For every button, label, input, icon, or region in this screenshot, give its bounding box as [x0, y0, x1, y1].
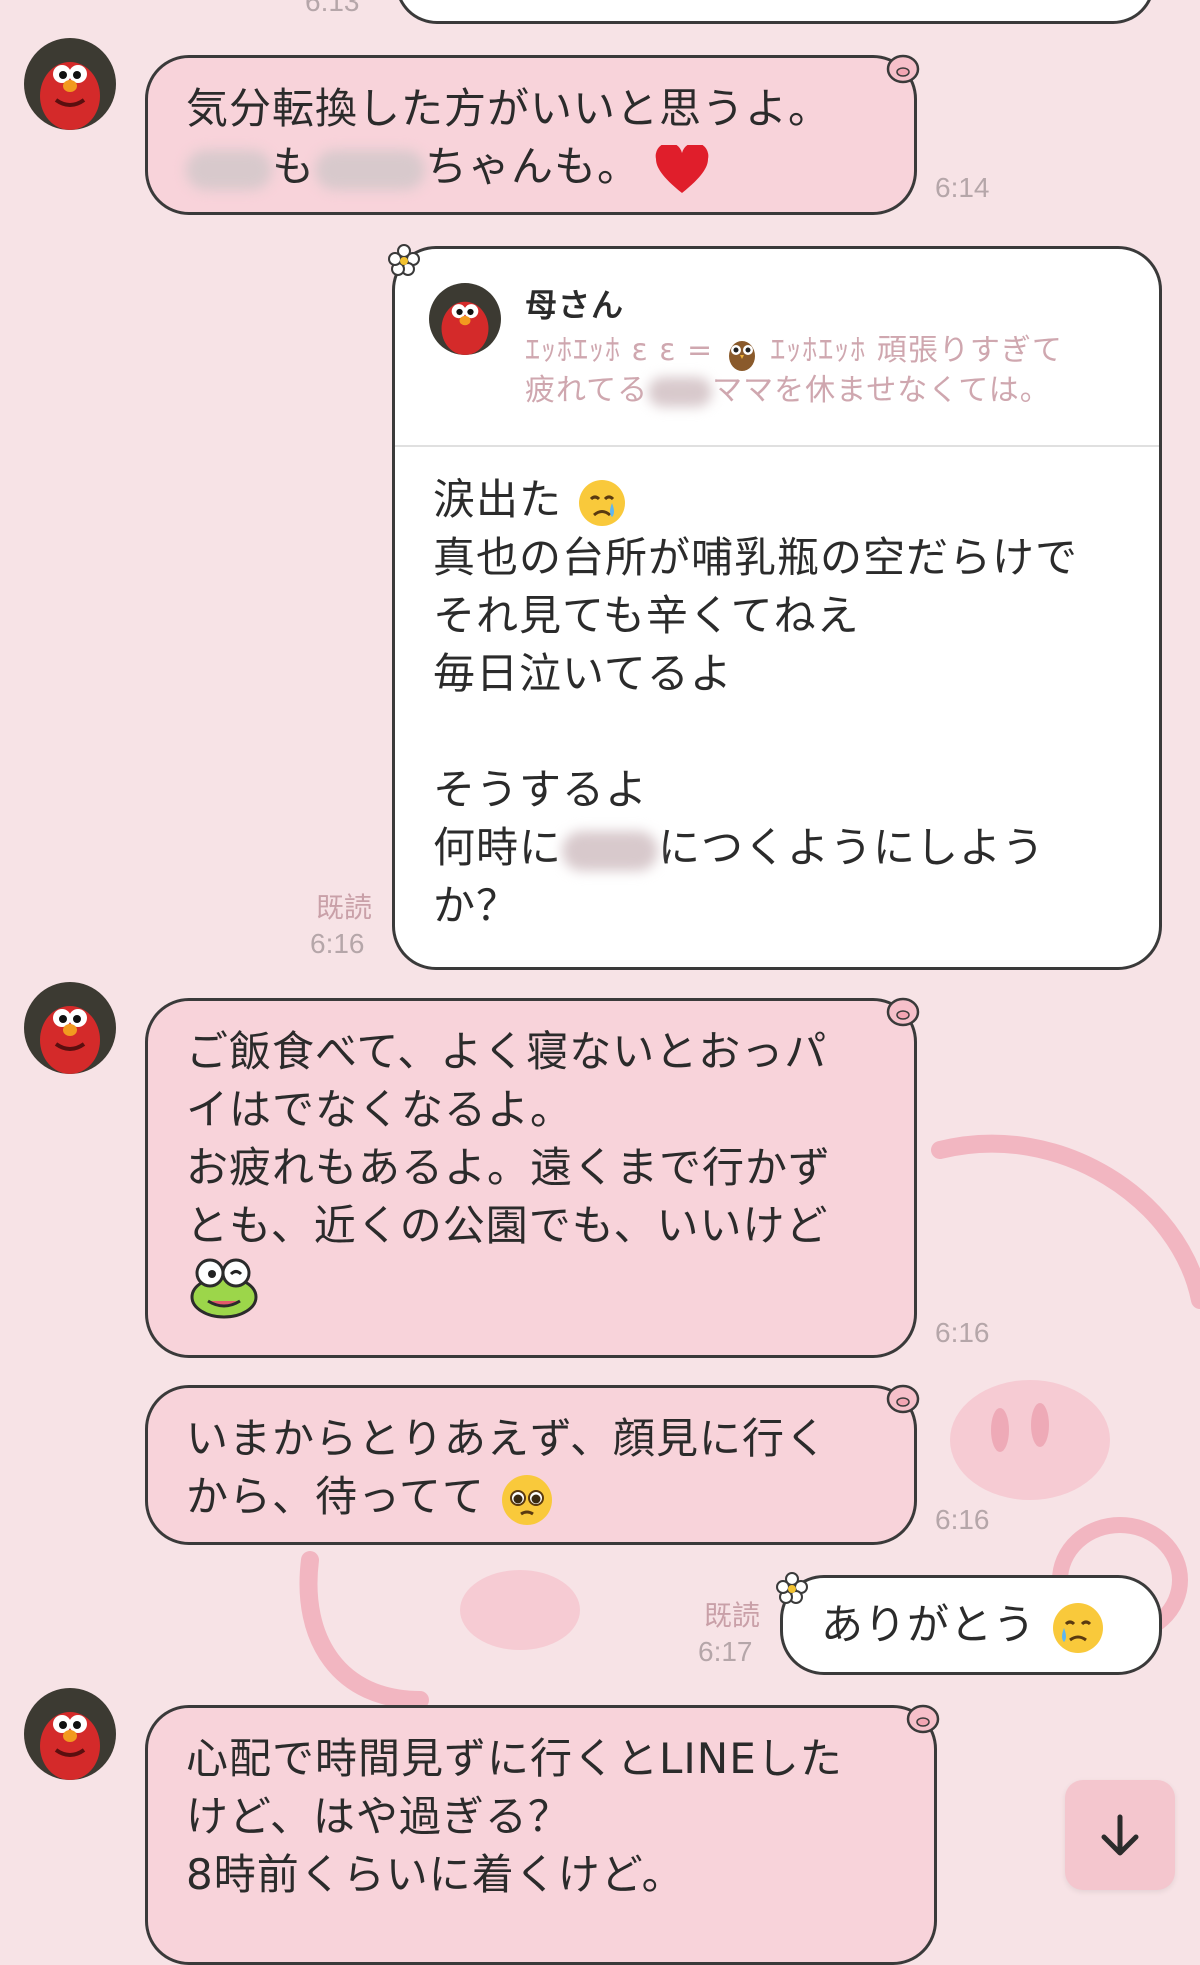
reply-preview-text: 疲れてる ママを休ませなくては。 — [525, 373, 1051, 408]
flower-icon — [388, 244, 420, 276]
blurred-name — [315, 149, 426, 190]
message-text: 気分転換した方がいいと思うよ。 — [186, 84, 832, 133]
red-heart-icon — [656, 144, 709, 193]
tearful-smile-icon — [1053, 1602, 1104, 1653]
avatar[interactable] — [24, 38, 116, 130]
pig-face-icon — [886, 997, 920, 1027]
message-text: 毎日泣いてるよ — [433, 649, 733, 698]
incoming-message-bubble[interactable]: 心配で時間見ずに行くとLINEした けど、はや過ぎる？ 8時前くらいに着くけど。 — [145, 1705, 937, 1965]
reply-avatar — [429, 283, 501, 355]
message-time: 6:16 — [310, 928, 365, 959]
pig-face-icon — [906, 1704, 940, 1734]
outgoing-message-bubble[interactable]: ありがとう — [780, 1575, 1162, 1675]
incoming-message-bubble[interactable]: ご飯食べて、よく寝ないとおっパ イはでなくなるよ。 お疲れもあるよ。遠くまで行か… — [145, 998, 917, 1358]
scroll-to-bottom-button[interactable] — [1065, 1780, 1175, 1890]
arrow-down-icon — [1101, 1814, 1139, 1856]
message-text: か？ — [433, 881, 520, 930]
red-monster-avatar-icon — [40, 1006, 100, 1074]
red-monster-avatar-icon — [40, 62, 100, 130]
message-text: 涙出た — [433, 471, 1078, 529]
message-bubble-partial[interactable] — [395, 0, 1155, 24]
message-time: 6:16 — [935, 1317, 990, 1348]
message-text: 真也の台所が哺乳瓶の空だらけで — [433, 533, 1079, 582]
pig-face-icon — [886, 54, 920, 84]
message-text — [433, 703, 1078, 761]
message-text: いまからとりあえず、顔見に行く — [186, 1414, 829, 1463]
message-time: 6:14 — [935, 172, 990, 203]
blurred-name — [186, 149, 272, 190]
flower-icon — [776, 1572, 808, 1604]
pig-face-icon — [886, 1384, 920, 1414]
pleading-face-icon — [502, 1474, 553, 1525]
message-text: それ見ても辛くてねえ — [433, 591, 860, 640]
message-text: 8時前くらいに着くけど。 — [186, 1850, 685, 1899]
message-text: そうするよ — [433, 765, 649, 814]
frog-face-icon — [190, 1258, 258, 1319]
reply-sender-name: 母さん — [525, 286, 625, 324]
avatar[interactable] — [24, 1688, 116, 1780]
message-text: から、待ってて — [186, 1468, 876, 1528]
crying-face-icon — [579, 479, 626, 526]
blurred-place — [562, 830, 659, 871]
message-text: ありがとう — [821, 1596, 1121, 1656]
reply-preview-text: ｴｯﾎｴｯﾎ ε ε = ｴｯﾎｴｯﾎ 頑張りすぎて — [525, 331, 1063, 372]
message-text: お疲れもあるよ。遠くまで行かず — [186, 1143, 832, 1192]
message-text: ご飯食べて、よく寝ないとおっパ — [186, 1027, 828, 1076]
red-monster-avatar-icon — [40, 1712, 100, 1780]
reply-divider — [395, 445, 1159, 447]
avatar[interactable] — [24, 982, 116, 1074]
read-receipt: 既読 — [316, 892, 373, 923]
message-text: けど、はや過ぎる？ — [186, 1792, 571, 1841]
message-text: イはでなくなるよ。 — [186, 1085, 574, 1134]
message-time: 6:13 — [305, 0, 360, 17]
red-monster-avatar-icon — [441, 301, 489, 355]
reply-quote[interactable]: 母さん ｴｯﾎｴｯﾎ ε ε = ｴｯﾎｴｯﾎ 頑張りすぎて 疲れてる ママを休ま… — [429, 279, 1129, 419]
message-text: とも、近くの公園でも、いいけど — [186, 1201, 829, 1250]
message-text: 心配で時間見ずに行くとLINEした — [186, 1734, 843, 1783]
message-body: 涙出た 真也の台所が哺乳瓶の空だらけで それ見ても辛くてねえ 毎日泣いてるよ そ… — [433, 471, 1078, 935]
incoming-message-bubble[interactable]: いまからとりあえず、顔見に行く から、待ってて — [145, 1385, 917, 1545]
owl-icon — [728, 340, 755, 371]
message-time: 6:17 — [698, 1636, 753, 1667]
message-text: もちゃんも。 — [186, 138, 876, 196]
message-text: 何時に につくようにしよう — [433, 823, 1046, 872]
read-receipt: 既読 — [704, 1600, 761, 1631]
message-time: 6:16 — [935, 1504, 990, 1535]
outgoing-message-bubble[interactable]: 母さん ｴｯﾎｴｯﾎ ε ε = ｴｯﾎｴｯﾎ 頑張りすぎて 疲れてる ママを休ま… — [392, 246, 1162, 970]
incoming-message-bubble[interactable]: 気分転換した方がいいと思うよ。 もちゃんも。 — [145, 55, 917, 215]
message-text — [186, 1255, 876, 1321]
blurred-name — [648, 376, 713, 407]
